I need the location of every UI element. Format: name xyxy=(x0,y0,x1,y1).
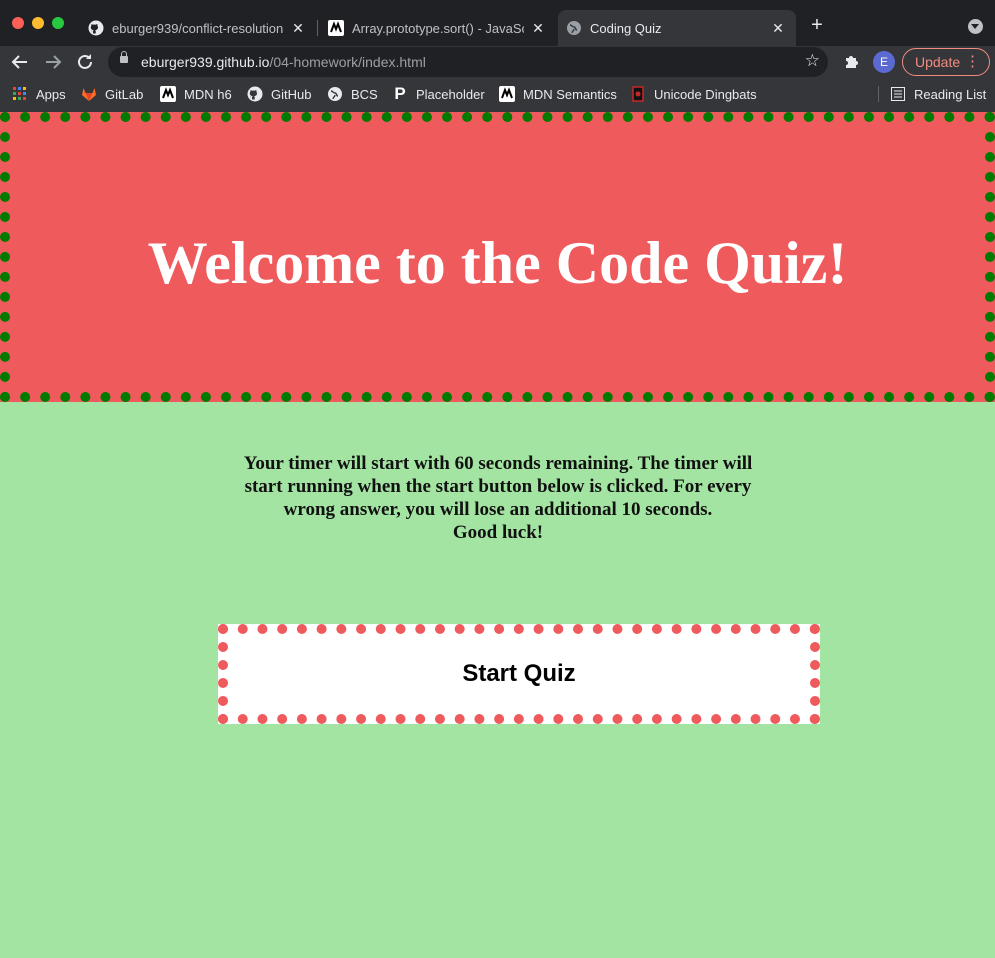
tab-title: Coding Quiz xyxy=(590,20,662,36)
github-icon xyxy=(88,20,104,36)
page-title: Welcome to the Code Quiz! xyxy=(147,230,848,296)
update-label: Update xyxy=(915,54,961,70)
tab-separator xyxy=(317,20,318,36)
tab-close-icon[interactable]: ✕ xyxy=(530,20,546,37)
bookmark-label: Apps xyxy=(36,86,66,102)
dingbats-icon xyxy=(630,86,646,102)
bookmark-github[interactable]: GitHub xyxy=(247,84,311,104)
tab-title: Array.prototype.sort() - JavaScript xyxy=(352,20,524,36)
tab-search-icon[interactable] xyxy=(968,19,983,34)
url-host: eburger939.github.io xyxy=(141,54,270,70)
bookmark-label: MDN h6 xyxy=(184,86,232,102)
tab-close-icon[interactable]: ✕ xyxy=(770,20,786,37)
update-button[interactable]: Update ⋮ xyxy=(902,48,990,76)
start-quiz-button[interactable]: Start Quiz xyxy=(218,624,820,724)
url-text: eburger939.github.io/04-homework/index.h… xyxy=(141,54,426,70)
tab-conflict-resolution[interactable]: eburger939/conflict-resolution ✕ xyxy=(80,10,316,46)
globe-icon xyxy=(327,86,343,102)
instructions-line: wrong answer, you will lose an additiona… xyxy=(283,499,713,520)
minimize-window-button[interactable] xyxy=(32,17,44,29)
forward-icon[interactable] xyxy=(41,50,65,74)
mdn-icon xyxy=(328,20,344,36)
bookmark-label: MDN Semantics xyxy=(523,86,617,102)
bookmark-label: GitHub xyxy=(271,86,312,102)
reading-list-icon xyxy=(890,86,906,102)
apps-grid-icon xyxy=(12,86,28,102)
bookmark-label: BCS xyxy=(351,86,378,102)
bookmark-bcs[interactable]: BCS xyxy=(327,84,378,104)
tab-close-icon[interactable]: ✕ xyxy=(290,20,306,37)
bookmark-label: GitLab xyxy=(105,86,144,102)
url-path: /04-homework/index.html xyxy=(269,54,426,70)
bookmark-label: Unicode Dingbats xyxy=(654,86,757,102)
tab-strip: eburger939/conflict-resolution ✕ Array.p… xyxy=(0,0,995,46)
close-window-button[interactable] xyxy=(12,17,24,29)
mdn-icon xyxy=(160,86,176,102)
new-tab-icon[interactable]: + xyxy=(806,14,828,36)
bookmark-placeholder[interactable]: P Placeholder xyxy=(392,84,485,104)
instructions-line: Your timer will start with 60 seconds re… xyxy=(243,453,753,474)
tab-coding-quiz[interactable]: Coding Quiz ✕ xyxy=(558,10,796,46)
address-bar[interactable]: eburger939.github.io/04-homework/index.h… xyxy=(108,47,828,77)
bookmarks-bar: Apps GitLab MDN h6 GitHub BCS P Placehol… xyxy=(0,82,995,106)
bookmarks-separator xyxy=(878,86,879,102)
reading-list-label: Reading List xyxy=(914,86,987,102)
bookmark-mdn-h6[interactable]: MDN h6 xyxy=(160,84,232,104)
back-icon[interactable] xyxy=(8,50,32,74)
instructions-line: start running when the start button belo… xyxy=(244,476,752,497)
gitlab-icon xyxy=(81,86,97,102)
zoom-window-button[interactable] xyxy=(52,17,64,29)
tab-title: eburger939/conflict-resolution xyxy=(112,20,284,36)
tab-array-sort[interactable]: Array.prototype.sort() - JavaScript ✕ xyxy=(320,10,556,46)
reading-list-button[interactable]: Reading List xyxy=(890,84,986,104)
placeholder-p-icon: P xyxy=(394,84,406,103)
lock-icon xyxy=(120,51,128,63)
mdn-icon xyxy=(499,86,515,102)
github-icon xyxy=(247,86,263,102)
bookmark-unicode-dingbats[interactable]: Unicode Dingbats xyxy=(630,84,757,104)
profile-avatar[interactable]: E xyxy=(873,51,895,73)
bookmark-star-icon[interactable]: ☆ xyxy=(805,51,820,71)
browser-chrome: eburger939/conflict-resolution ✕ Array.p… xyxy=(0,0,995,112)
extensions-puzzle-icon[interactable] xyxy=(843,52,861,70)
bookmark-apps[interactable]: Apps xyxy=(12,84,66,104)
reload-icon[interactable] xyxy=(73,50,97,74)
quiz-instructions: Your timer will start with 60 seconds re… xyxy=(220,452,776,544)
bookmark-mdn-semantics[interactable]: MDN Semantics xyxy=(499,84,617,104)
bookmark-gitlab[interactable]: GitLab xyxy=(81,84,143,104)
globe-icon xyxy=(566,20,582,36)
quiz-header: Welcome to the Code Quiz! xyxy=(0,112,995,402)
instructions-line: Good luck! xyxy=(452,522,544,543)
bookmark-label: Placeholder xyxy=(416,86,485,102)
more-vert-icon[interactable]: ⋮ xyxy=(965,49,980,75)
